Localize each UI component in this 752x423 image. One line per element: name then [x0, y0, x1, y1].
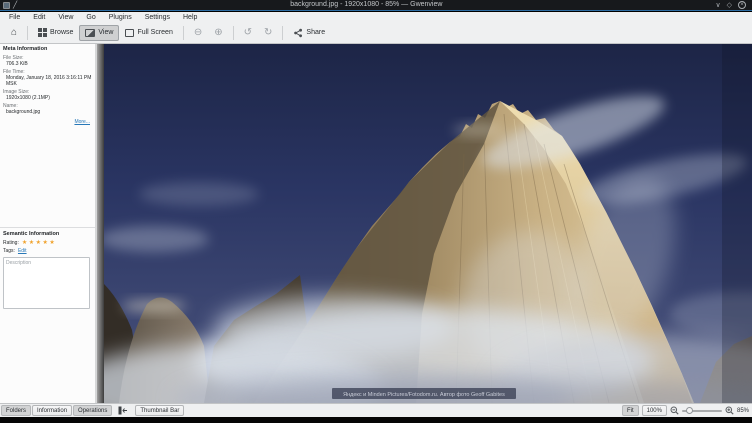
file-size-value: 706.3 KiB — [3, 61, 92, 67]
zoom-slider-handle[interactable] — [686, 407, 693, 414]
toolbar: ⌂ Browse View Full Screen ⊖ ⊕ ↺ ↻ — [0, 22, 752, 44]
image-size-value: 1920x1080 (2.1MP) — [3, 95, 92, 101]
meta-information-title: Meta Information — [3, 46, 92, 52]
fullscreen-button[interactable]: Full Screen — [119, 25, 178, 41]
sidebar-toggle-icon — [118, 406, 128, 415]
view-label: View — [98, 29, 113, 36]
share-icon — [293, 28, 303, 38]
sidebar-toggle-button[interactable] — [116, 406, 130, 415]
menubar: File Edit View Go Plugins Settings Help — [0, 12, 752, 22]
menu-edit[interactable]: Edit — [33, 14, 45, 21]
rotate-left-icon: ↺ — [244, 28, 252, 38]
description-input[interactable] — [3, 257, 90, 309]
name-value: background.jpg — [3, 109, 92, 115]
more-link[interactable]: More... — [3, 119, 92, 125]
share-button[interactable]: Share — [287, 25, 331, 41]
tab-information[interactable]: Information — [32, 405, 72, 416]
menu-plugins[interactable]: Plugins — [109, 14, 132, 21]
zoom-out-icon: ⊖ — [194, 28, 202, 38]
toolbar-separator — [282, 26, 283, 40]
rating-stars[interactable]: ★★★★★ — [22, 240, 56, 246]
rating-label: Rating: — [3, 240, 19, 246]
statusbar-right: Fit 100% 85% — [622, 405, 752, 416]
semantic-information-title: Semantic Information — [3, 231, 92, 237]
zoom-percentage: 85% — [737, 408, 749, 414]
thumbnail-bar-button[interactable]: Thumbnail Bar — [135, 405, 184, 416]
slider-zoom-in-icon[interactable] — [725, 406, 734, 415]
share-label: Share — [306, 29, 325, 36]
toolbar-separator — [233, 26, 234, 40]
minimize-button[interactable]: ∨ — [715, 1, 720, 10]
toolbar-separator — [27, 26, 28, 40]
file-time-value: Monday, January 18, 2016 3:16:11 PM MSK — [3, 75, 92, 87]
semantic-information-section: Semantic Information Rating: ★★★★★ Tags:… — [0, 227, 95, 314]
mountain-photo: Яндекс и Minden Pictures/Fotodom.ru. Авт… — [104, 44, 752, 403]
menu-view[interactable]: View — [58, 14, 73, 21]
browse-button[interactable]: Browse — [32, 25, 79, 41]
menu-go[interactable]: Go — [86, 14, 95, 21]
image-viewer[interactable]: Яндекс и Minden Pictures/Fotodom.ru. Авт… — [104, 44, 752, 403]
home-button[interactable]: ⌂ — [5, 25, 23, 41]
menu-settings[interactable]: Settings — [145, 14, 170, 21]
titlebar-left: ╱ — [0, 2, 17, 9]
photo-caption: Яндекс и Minden Pictures/Fotodom.ru. Авт… — [332, 388, 516, 399]
slider-zoom-out-icon[interactable] — [670, 406, 679, 415]
zoom-fit-button[interactable]: Fit — [622, 405, 639, 416]
fullscreen-icon — [125, 29, 134, 37]
zoom-in-icon: ⊕ — [214, 28, 222, 38]
rotate-left-button[interactable]: ↺ — [238, 25, 258, 41]
window-controls: ∨ ◇ × — [715, 1, 752, 10]
rating-row: Rating: ★★★★★ — [3, 240, 92, 246]
rotate-right-button[interactable]: ↻ — [258, 25, 278, 41]
meta-information-section: Meta Information File Size: 706.3 KiB Fi… — [0, 46, 95, 125]
statusbar-left: Folders Information Operations Thumbnail… — [0, 405, 184, 416]
close-button[interactable]: × — [738, 1, 746, 9]
browse-label: Browse — [50, 29, 73, 36]
image-caption: Яндекс и Minden Pictures/Fotodom.ru. Авт… — [343, 392, 505, 398]
toolbar-separator — [183, 26, 184, 40]
menu-file[interactable]: File — [9, 14, 20, 21]
window-title: background.jpg - 1920x1080 - 85% — Gwenv… — [17, 0, 715, 10]
tags-label: Tags: — [3, 248, 15, 254]
zoom-out-button[interactable]: ⊖ — [188, 25, 208, 41]
tab-operations[interactable]: Operations — [73, 405, 112, 416]
gwenview-window: ╱ background.jpg - 1920x1080 - 85% — Gwe… — [0, 0, 752, 423]
information-sidebar: Meta Information File Size: 706.3 KiB Fi… — [0, 44, 95, 403]
browse-grid-icon — [38, 28, 47, 37]
zoom-in-button[interactable]: ⊕ — [208, 25, 228, 41]
tags-row: Tags: Edit — [3, 248, 92, 254]
bottom-black-strip — [0, 417, 752, 423]
statusbar: Folders Information Operations Thumbnail… — [0, 403, 752, 417]
view-button[interactable]: View — [79, 25, 119, 41]
view-background-gutter — [97, 44, 104, 403]
zoom-100-button[interactable]: 100% — [642, 405, 667, 416]
rotate-right-icon: ↻ — [264, 28, 272, 38]
tab-folders[interactable]: Folders — [1, 405, 31, 416]
maximize-button[interactable]: ◇ — [727, 1, 732, 10]
app-icon — [3, 2, 10, 9]
main-area: Meta Information File Size: 706.3 KiB Fi… — [0, 44, 752, 403]
menu-help[interactable]: Help — [183, 14, 197, 21]
titlebar: ╱ background.jpg - 1920x1080 - 85% — Gwe… — [0, 0, 752, 11]
tags-edit-link[interactable]: Edit — [18, 248, 27, 254]
image-view-icon — [85, 29, 95, 37]
home-icon: ⌂ — [11, 28, 17, 38]
fullscreen-label: Full Screen — [137, 29, 172, 36]
zoom-slider[interactable] — [682, 406, 722, 415]
